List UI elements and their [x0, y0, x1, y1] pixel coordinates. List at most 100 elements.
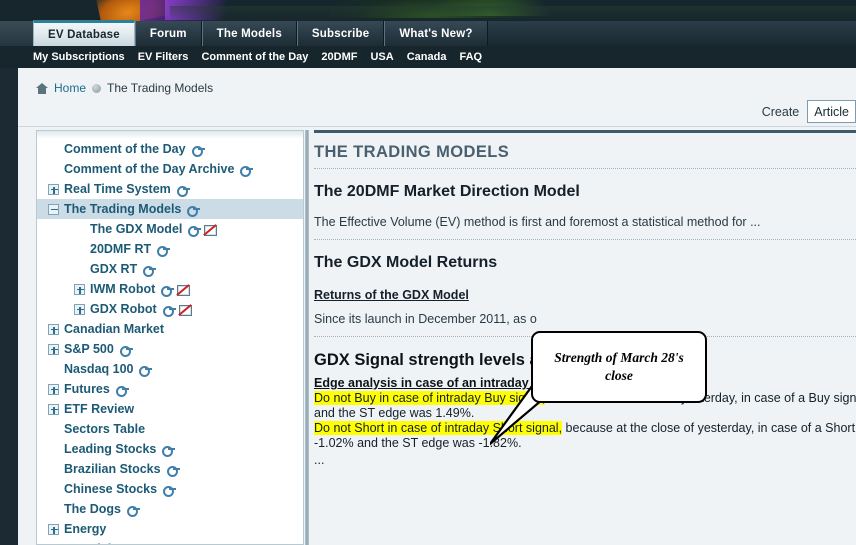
sidebar-item-comment-of-the-day[interactable]: Comment of the Day — [37, 139, 303, 159]
banner-art-haze — [170, 6, 856, 21]
edge-line-2: and the ST edge was 1.49%. — [314, 406, 475, 420]
sidebar-item-materials[interactable]: Materials — [37, 539, 303, 544]
sidebar-item-etf-review[interactable]: ETF Review — [37, 399, 303, 419]
sidebar-item-label: Energy — [64, 522, 107, 536]
tab-the-models[interactable]: The Models — [201, 21, 297, 46]
key-icon — [191, 145, 205, 157]
sidebar-item-label: Chinese Stocks — [64, 482, 158, 496]
expand-plus-icon[interactable] — [48, 323, 59, 335]
sidebar-item-label: 20DMF RT — [90, 242, 152, 256]
sidebar-item-20dmf-rt[interactable]: 20DMF RT — [37, 239, 303, 259]
left-dark-rail — [0, 68, 18, 545]
expand-plus-icon[interactable] — [48, 403, 59, 415]
edge-line-4: -1.02% and the ST edge was -1.82%. — [314, 436, 522, 450]
key-icon — [162, 445, 176, 457]
sidebar-item-chinese-stocks[interactable]: Chinese Stocks — [37, 479, 303, 499]
sidebar-item-sectors-table[interactable]: Sectors Table — [37, 419, 303, 439]
key-icon — [166, 465, 180, 477]
subnav-item-canada[interactable]: Canada — [407, 51, 447, 63]
sidebar-item-label: Sectors Table — [64, 422, 146, 436]
expand-plus-icon[interactable] — [48, 343, 59, 355]
main-content: THE TRADING MODELS The 20DMF Market Dire… — [314, 130, 856, 545]
breadcrumb-separator-icon — [92, 83, 102, 93]
sidebar-item-s-p-500[interactable]: S&P 500 — [37, 339, 303, 359]
sidebar-item-label: Real Time System — [64, 182, 171, 196]
page-title: THE TRADING MODELS — [314, 143, 510, 161]
create-label: Create — [761, 104, 800, 119]
sidebar-item-label: Futures — [64, 382, 110, 396]
sidebar-item-canadian-market[interactable]: Canadian Market — [37, 319, 303, 339]
breadcrumb-home-link[interactable]: Home — [54, 81, 86, 95]
sidebar-content-divider — [305, 130, 309, 545]
sidebar-item-label: GDX Robot — [90, 302, 157, 316]
tab-bar-gutter — [0, 21, 33, 46]
expand-plus-icon[interactable] — [48, 183, 59, 195]
tab-forum[interactable]: Forum — [134, 21, 202, 46]
key-icon — [143, 265, 157, 277]
sidebar-item-energy[interactable]: Energy — [37, 519, 303, 539]
sidebar-item-the-gdx-model[interactable]: The GDX Model — [37, 219, 303, 239]
subheading-edge-analysis: Edge analysis in case of an intraday rea… — [314, 376, 683, 390]
tab-label: What's New? — [399, 27, 473, 40]
breadcrumb: Home The Trading Models — [36, 79, 213, 97]
content-top-rule — [314, 130, 856, 133]
edge-line-3: Do not Short in case of intraday Short s… — [314, 421, 856, 436]
expand-plus-icon[interactable] — [48, 523, 59, 535]
sidebar-item-label: Brazilian Stocks — [64, 462, 161, 476]
key-icon — [161, 285, 175, 297]
key-icon — [163, 485, 177, 497]
highlight-do-not-short: Do not Short in case of intraday Short s… — [314, 421, 563, 435]
sidebar-item-label: Leading Stocks — [64, 442, 157, 456]
sidebar-item-label: S&P 500 — [64, 342, 114, 356]
sidebar-item-iwm-robot[interactable]: IWM Robot — [37, 279, 303, 299]
sidebar-item-gdx-rt[interactable]: GDX RT — [37, 259, 303, 279]
book-restricted-icon — [178, 304, 192, 316]
subnav-item-usa[interactable]: USA — [370, 51, 393, 63]
subnav-item-faq[interactable]: FAQ — [459, 51, 482, 63]
breadcrumb-current: The Trading Models — [107, 81, 214, 95]
sidebar-item-label: The GDX Model — [90, 222, 183, 236]
sidebar-item-label: Comment of the Day Archive — [64, 162, 235, 176]
subnav-item-comment-of-the-day[interactable]: Comment of the Day — [201, 51, 308, 63]
sidebar-item-comment-of-the-day-archive[interactable]: Comment of the Day Archive — [37, 159, 303, 179]
collapse-minus-icon[interactable] — [48, 203, 59, 215]
sidebar-item-brazilian-stocks[interactable]: Brazilian Stocks — [37, 459, 303, 479]
subnav-item-20dmf[interactable]: 20DMF — [321, 51, 357, 63]
key-icon — [187, 205, 201, 217]
sidebar-item-label: IWM Robot — [90, 282, 156, 296]
tab-subscribe[interactable]: Subscribe — [296, 21, 385, 46]
sidebar-top-gradient — [37, 131, 303, 139]
expand-plus-icon[interactable] — [48, 383, 59, 395]
divider-dotted-1 — [314, 168, 856, 169]
book-restricted-icon — [203, 224, 218, 236]
sidebar-item-nasdaq-100[interactable]: Nasdaq 100 — [37, 359, 303, 379]
expand-plus-icon[interactable] — [74, 283, 85, 295]
browser-page: EV Database Forum The Models Subscribe W… — [0, 0, 856, 545]
sidebar-item-label: ETF Review — [64, 402, 135, 416]
highlight-do-not-buy: Do not Buy in case of intraday Buy signa… — [314, 391, 546, 405]
tab-ev-database[interactable]: EV Database — [33, 20, 135, 46]
create-type-select[interactable]: Article — [807, 100, 856, 123]
expand-plus-icon[interactable] — [74, 303, 85, 315]
sidebar-item-the-dogs[interactable]: The Dogs — [37, 499, 303, 519]
subnav-item-my-subscriptions[interactable]: My Subscriptions — [33, 51, 125, 63]
sidebar-nav-list: Comment of the Day Comment of the Day Arc… — [37, 139, 303, 544]
subnav-item-ev-filters[interactable]: EV Filters — [138, 51, 189, 63]
sidebar-item-futures[interactable]: Futures — [37, 379, 303, 399]
key-icon — [176, 185, 190, 197]
edge-line-1: Do not Buy in case of intraday Buy signa… — [314, 391, 856, 406]
sidebar-item-label: Nasdaq 100 — [64, 362, 134, 376]
tab-whats-new[interactable]: What's New? — [384, 21, 488, 46]
key-icon — [139, 365, 153, 377]
tab-label: The Models — [216, 27, 282, 40]
key-icon — [240, 165, 254, 177]
sidebar-item-the-trading-models[interactable]: The Trading Models — [37, 199, 303, 219]
section-heading-gdx-signal-strength: GDX Signal strength levels and real time… — [314, 351, 700, 369]
primary-tab-bar: EV Database Forum The Models Subscribe W… — [0, 20, 856, 46]
sidebar-item-real-time-system[interactable]: Real Time System — [37, 179, 303, 199]
sidebar-item-gdx-robot[interactable]: GDX Robot — [37, 299, 303, 319]
sidebar-item-leading-stocks[interactable]: Leading Stocks — [37, 439, 303, 459]
link-returns-of-the-gdx-model[interactable]: Returns of the GDX Model — [314, 288, 469, 302]
home-icon — [36, 82, 48, 94]
book-restricted-icon — [176, 284, 191, 296]
